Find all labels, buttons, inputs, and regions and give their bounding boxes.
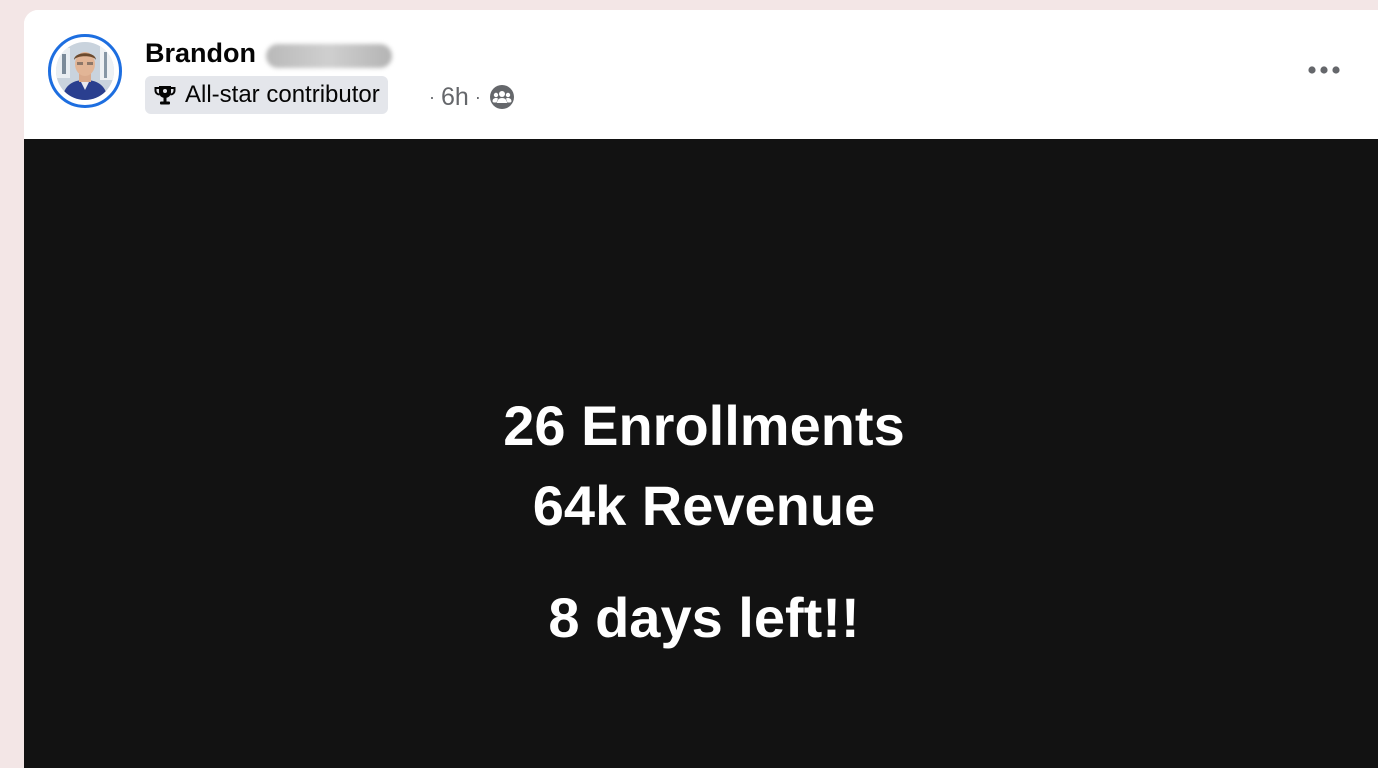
contributor-badge[interactable]: All-star contributor (145, 76, 388, 114)
revenue-line: 64k Revenue (532, 474, 876, 537)
trophy-icon (153, 83, 177, 107)
author-surname-redaction (266, 44, 392, 68)
enrollments-line: 26 Enrollments (503, 394, 905, 457)
post-meta: · 6h · (429, 82, 515, 112)
avatar-photo (56, 42, 114, 100)
post-header: Brandon All-star contributor · 6h · (24, 10, 1378, 139)
feed-post: Brandon All-star contributor · 6h · 26 E… (24, 10, 1378, 768)
post-media-text-card[interactable]: 26 Enrollments 64k Revenue 8 days left!! (24, 139, 1378, 768)
more-options-button[interactable] (1298, 50, 1350, 90)
author-name[interactable]: Brandon (145, 38, 256, 69)
badge-label: All-star contributor (185, 81, 380, 108)
author-avatar-ring[interactable] (48, 34, 122, 108)
group-icon[interactable] (489, 84, 515, 110)
days-left-line: 8 days left!! (548, 586, 860, 649)
meta-separator: · (429, 86, 435, 107)
avatar[interactable] (56, 42, 114, 100)
meta-separator: · (474, 86, 481, 107)
more-options-icon (1308, 66, 1340, 74)
post-timestamp[interactable]: 6h (441, 83, 469, 112)
